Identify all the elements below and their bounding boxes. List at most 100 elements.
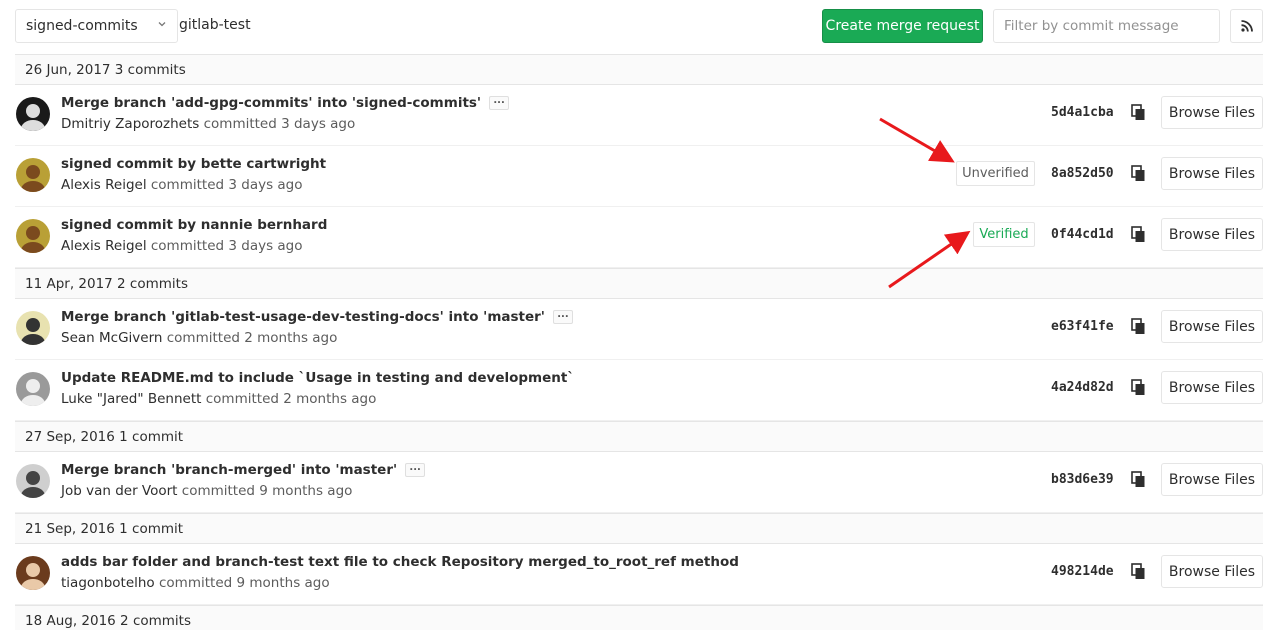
- browse-files-button[interactable]: Browse Files: [1161, 157, 1263, 190]
- user-avatar-icon: [16, 556, 50, 590]
- author-link[interactable]: tiagonbotelho: [61, 575, 155, 591]
- commit-meta: Alexis Reigel committed 3 days ago: [61, 238, 303, 254]
- commit-time: 9 months ago: [236, 575, 330, 591]
- commit-title[interactable]: Update README.md to include `Usage in te…: [61, 370, 574, 386]
- project-path[interactable]: gitlab-test: [179, 17, 251, 33]
- author-link[interactable]: Alexis Reigel: [61, 177, 147, 193]
- day-header: 21 Sep, 2016 1 commit: [15, 513, 1263, 544]
- copy-sha-icon[interactable]: [1130, 226, 1146, 244]
- commit-time: 9 months ago: [259, 483, 353, 499]
- copy-sha-icon[interactable]: [1130, 379, 1146, 397]
- commit-row: Update README.md to include `Usage in te…: [15, 360, 1263, 421]
- copy-sha-icon[interactable]: [1130, 318, 1146, 336]
- user-avatar-icon: [16, 97, 50, 131]
- day-header: 18 Aug, 2016 2 commits: [15, 605, 1263, 630]
- avatar[interactable]: [16, 372, 50, 406]
- commit-meta: tiagonbotelho committed 9 months ago: [61, 575, 330, 591]
- commit-title-text[interactable]: Merge branch 'gitlab-test-usage-dev-test…: [61, 309, 545, 325]
- commit-action: committed: [150, 177, 225, 193]
- browse-files-button[interactable]: Browse Files: [1161, 555, 1263, 588]
- unverified-signature-badge[interactable]: Unverified: [956, 161, 1035, 186]
- commit-meta: Job van der Voort committed 9 months ago: [61, 483, 352, 499]
- commit-row: Merge branch 'branch-merged' into 'maste…: [15, 452, 1263, 513]
- avatar[interactable]: [16, 97, 50, 131]
- filter-commit-input[interactable]: [993, 9, 1220, 43]
- commit-title-text[interactable]: Merge branch 'add-gpg-commits' into 'sig…: [61, 95, 481, 111]
- commit-time: 3 days ago: [281, 116, 356, 132]
- avatar[interactable]: [16, 219, 50, 253]
- commit-sha[interactable]: 498214de: [1051, 564, 1114, 579]
- verified-signature-badge[interactable]: Verified: [973, 222, 1035, 247]
- avatar[interactable]: [16, 158, 50, 192]
- copy-sha-icon[interactable]: [1130, 471, 1146, 489]
- user-avatar-icon: [16, 158, 50, 192]
- commit-time: 2 months ago: [283, 391, 377, 407]
- commit-row: signed commit by bette cartwright Alexis …: [15, 146, 1263, 207]
- commit-row: Merge branch 'add-gpg-commits' into 'sig…: [15, 85, 1263, 146]
- create-merge-request-button[interactable]: Create merge request: [822, 9, 983, 43]
- user-avatar-icon: [16, 464, 50, 498]
- browse-files-button[interactable]: Browse Files: [1161, 371, 1263, 404]
- commit-title[interactable]: Merge branch 'add-gpg-commits' into 'sig…: [61, 95, 510, 111]
- commit-row: signed commit by nannie bernhard Alexis R…: [15, 207, 1263, 268]
- day-header: 27 Sep, 2016 1 commit: [15, 421, 1263, 452]
- commit-sha[interactable]: 0f44cd1d: [1051, 227, 1114, 242]
- commit-action: committed: [203, 116, 277, 132]
- copy-sha-icon[interactable]: [1130, 563, 1146, 581]
- commit-title-text[interactable]: signed commit by nannie bernhard: [61, 217, 327, 233]
- commit-action: committed: [150, 238, 225, 254]
- commit-title[interactable]: adds bar folder and branch-test text fil…: [61, 554, 739, 570]
- commit-row: adds bar folder and branch-test text fil…: [15, 544, 1263, 605]
- commit-time: 3 days ago: [228, 177, 303, 193]
- commit-row: Merge branch 'gitlab-test-usage-dev-test…: [15, 299, 1263, 360]
- author-link[interactable]: Alexis Reigel: [61, 238, 147, 254]
- commit-sha[interactable]: 5d4a1cba: [1051, 105, 1114, 120]
- author-link[interactable]: Luke "Jared" Bennett: [61, 391, 201, 407]
- commit-title-text[interactable]: adds bar folder and branch-test text fil…: [61, 554, 739, 570]
- commits-toolbar: signed-commits gitlab-test Create merge …: [0, 0, 1263, 54]
- author-link[interactable]: Job van der Voort: [61, 483, 177, 499]
- author-link[interactable]: Sean McGivern: [61, 330, 162, 346]
- copy-sha-icon[interactable]: [1130, 165, 1146, 183]
- commit-title[interactable]: Merge branch 'branch-merged' into 'maste…: [61, 462, 426, 478]
- commit-title-text[interactable]: Merge branch 'branch-merged' into 'maste…: [61, 462, 397, 478]
- commit-sha[interactable]: e63f41fe: [1051, 319, 1114, 334]
- commit-meta: Sean McGivern committed 2 months ago: [61, 330, 337, 346]
- avatar[interactable]: [16, 464, 50, 498]
- commit-title[interactable]: signed commit by nannie bernhard: [61, 217, 327, 233]
- commit-action: committed: [166, 330, 240, 346]
- avatar[interactable]: [16, 556, 50, 590]
- browse-files-button[interactable]: Browse Files: [1161, 310, 1263, 343]
- browse-files-button[interactable]: Browse Files: [1161, 96, 1263, 129]
- day-header: 26 Jun, 2017 3 commits: [15, 54, 1263, 85]
- commit-meta: Luke "Jared" Bennett committed 2 months …: [61, 391, 376, 407]
- rss-button[interactable]: [1230, 9, 1263, 43]
- chevron-down-icon: [158, 22, 166, 27]
- commit-title-text[interactable]: Update README.md to include `Usage in te…: [61, 370, 574, 386]
- branch-dropdown[interactable]: signed-commits: [15, 9, 178, 43]
- commit-title-text[interactable]: signed commit by bette cartwright: [61, 156, 326, 172]
- commit-action: committed: [159, 575, 233, 591]
- rss-icon: [1240, 20, 1253, 32]
- avatar[interactable]: [16, 311, 50, 345]
- copy-sha-icon[interactable]: [1130, 104, 1146, 122]
- author-link[interactable]: Dmitriy Zaporozhets: [61, 116, 199, 132]
- expand-description-button[interactable]: ...: [552, 310, 573, 324]
- user-avatar-icon: [16, 311, 50, 345]
- commit-sha[interactable]: b83d6e39: [1051, 472, 1114, 487]
- browse-files-button[interactable]: Browse Files: [1161, 218, 1263, 251]
- user-avatar-icon: [16, 219, 50, 253]
- commit-meta: Alexis Reigel committed 3 days ago: [61, 177, 303, 193]
- branch-name: signed-commits: [26, 18, 138, 34]
- commit-title[interactable]: signed commit by bette cartwright: [61, 156, 326, 172]
- commit-time: 3 days ago: [228, 238, 303, 254]
- commit-action: committed: [205, 391, 279, 407]
- commit-list: 26 Jun, 2017 3 commits Merge branch 'add-…: [15, 54, 1263, 630]
- commit-time: 2 months ago: [244, 330, 338, 346]
- expand-description-button[interactable]: ...: [489, 96, 510, 110]
- commit-sha[interactable]: 4a24d82d: [1051, 380, 1114, 395]
- commit-sha[interactable]: 8a852d50: [1051, 166, 1114, 181]
- commit-title[interactable]: Merge branch 'gitlab-test-usage-dev-test…: [61, 309, 573, 325]
- expand-description-button[interactable]: ...: [405, 463, 426, 477]
- browse-files-button[interactable]: Browse Files: [1161, 463, 1263, 496]
